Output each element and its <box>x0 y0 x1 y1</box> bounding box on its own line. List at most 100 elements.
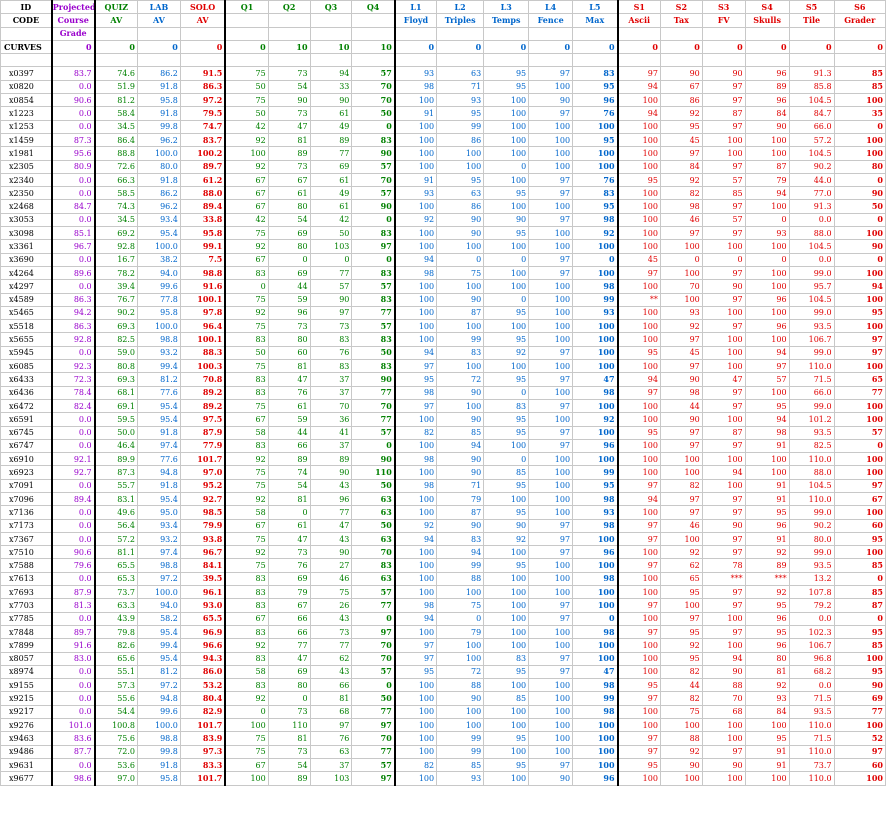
grade-cell: 100 <box>528 412 574 427</box>
grade-cell: 97 <box>351 718 396 733</box>
grade-cell: 95 <box>744 598 790 613</box>
grade-cell: 87.9 <box>179 425 227 440</box>
grade-cell: AV <box>94 13 138 28</box>
student-row: x1459 87.3 86.4 96.2 83.7 92 81 89 83 100 86 100 100… <box>0 132 886 148</box>
grade-cell: 73 <box>267 106 311 121</box>
grade-cell: 0.0 <box>51 345 96 361</box>
empty-cell <box>617 53 661 68</box>
grade-cell: Skulls <box>744 13 790 28</box>
grade-cell: 100 <box>394 292 438 307</box>
grade-cell: 87 <box>744 159 790 174</box>
grade-cell: 100 <box>744 199 790 214</box>
grade-cell: 96.8 <box>788 651 835 666</box>
grade-cell: 100 <box>483 359 530 374</box>
id-cell: x9155 <box>0 678 53 693</box>
grade-cell: 83 <box>224 651 269 666</box>
grade-cell: 100 <box>744 465 790 480</box>
grade-cell: 50 <box>309 226 353 241</box>
grade-cell: 100 <box>528 505 574 520</box>
grade-cell: 66 <box>267 438 311 454</box>
grade-cell: 100 <box>483 106 530 121</box>
grade-cell: Tile <box>788 13 835 28</box>
id-cell: x6436 <box>0 385 53 400</box>
id-cell: x7693 <box>0 585 53 600</box>
student-row: x2350 0.0 58.5 86.2 88.0 67 61 49 57 93 63 95 97 83 10… <box>0 186 886 201</box>
grade-cell: 89 <box>744 558 790 573</box>
grade-cell: 97 <box>528 545 574 560</box>
grade-cell: 66.3 <box>94 172 138 188</box>
grade-cell: 95 <box>483 226 530 241</box>
grade-cell: 43.9 <box>94 611 138 626</box>
grade-cell: ** <box>617 292 661 307</box>
grade-cell: 95 <box>436 172 485 188</box>
grade-cell: Fence <box>528 13 574 28</box>
grade-cell: 86.3 <box>179 79 227 95</box>
grade-cell: 100 <box>833 93 886 108</box>
grade-cell: 58.2 <box>137 611 181 626</box>
id-cell <box>0 26 53 41</box>
grade-cell: 99 <box>436 744 485 759</box>
grade-cell: 16.7 <box>94 252 138 267</box>
grade-cell: 77 <box>833 385 886 400</box>
grade-cell: 95 <box>572 478 619 493</box>
id-cell: x7613 <box>0 571 53 587</box>
grade-cell: 47 <box>701 372 746 387</box>
grade-cell: 100 <box>833 359 886 374</box>
grade-cell: L3 <box>483 0 530 15</box>
grade-cell: 68.1 <box>94 385 138 400</box>
grade-cell: 100 <box>572 239 619 254</box>
grade-cell: 100 <box>659 265 703 281</box>
grade-cell: 65 <box>659 571 703 587</box>
grade-cell: 63 <box>351 505 396 520</box>
grade-cell: 100 <box>528 571 574 587</box>
grade-cell: L4 <box>528 0 574 15</box>
grade-cell: 103 <box>309 239 353 254</box>
grade-cell: 66 <box>267 611 311 626</box>
grade-cell: 95 <box>833 305 886 321</box>
grade-cell: Q3 <box>309 0 353 15</box>
id-cell: x8057 <box>0 651 53 666</box>
grade-cell: 50 <box>224 106 269 121</box>
grade-cell: 10 <box>267 39 311 55</box>
grade-cell: 94 <box>436 545 485 560</box>
grade-cell: 75 <box>436 598 485 613</box>
grade-cell: 97 <box>659 491 703 507</box>
grade-cell: 93.5 <box>788 704 835 720</box>
grade-cell: 74.3 <box>94 199 138 214</box>
grade-cell: 97 <box>528 212 574 228</box>
grade-cell: 96.1 <box>179 585 227 600</box>
grade-cell: 63 <box>309 744 353 759</box>
grade-cell: 76 <box>309 345 353 361</box>
grade-cell: 75 <box>224 226 269 241</box>
grade-cell: 44 <box>659 678 703 693</box>
grade-cell: 90.6 <box>51 545 96 560</box>
grade-cell: 91.5 <box>179 66 227 81</box>
grade-cell: 96 <box>744 518 790 533</box>
grade-cell: 0 <box>483 452 530 467</box>
grade-cell: 92.8 <box>94 239 138 254</box>
grade-cell: 86 <box>659 93 703 108</box>
grade-cell: FV <box>701 13 746 28</box>
grade-cell: 87 <box>701 106 746 121</box>
grade-cell: 83 <box>572 66 619 81</box>
grade-cell: 100 <box>528 478 574 493</box>
grade-cell: 91.6 <box>179 279 227 294</box>
grade-cell: 97 <box>701 491 746 507</box>
grade-cell: 82.5 <box>788 438 835 454</box>
grade-cell: 100 <box>483 239 530 254</box>
grade-cell: 100 <box>572 319 619 334</box>
grade-cell: 80 <box>744 651 790 666</box>
grade-cell: 97 <box>528 172 574 188</box>
grade-cell: 95 <box>483 412 530 427</box>
grade-cell: 94.3 <box>179 651 227 666</box>
grade-cell: 97.4 <box>137 545 181 560</box>
grade-cell: 100 <box>483 678 530 693</box>
grade-cell: 0.0 <box>51 531 96 547</box>
grade-cell: 90 <box>436 452 485 467</box>
grade-cell: 100 <box>744 132 790 148</box>
grade-cell: 100 <box>617 398 661 414</box>
grade-cell: 67 <box>267 172 311 188</box>
grade-cell: 97.2 <box>137 571 181 587</box>
header-row-3: Grade <box>0 26 886 41</box>
grade-cell: 65.5 <box>179 611 227 626</box>
